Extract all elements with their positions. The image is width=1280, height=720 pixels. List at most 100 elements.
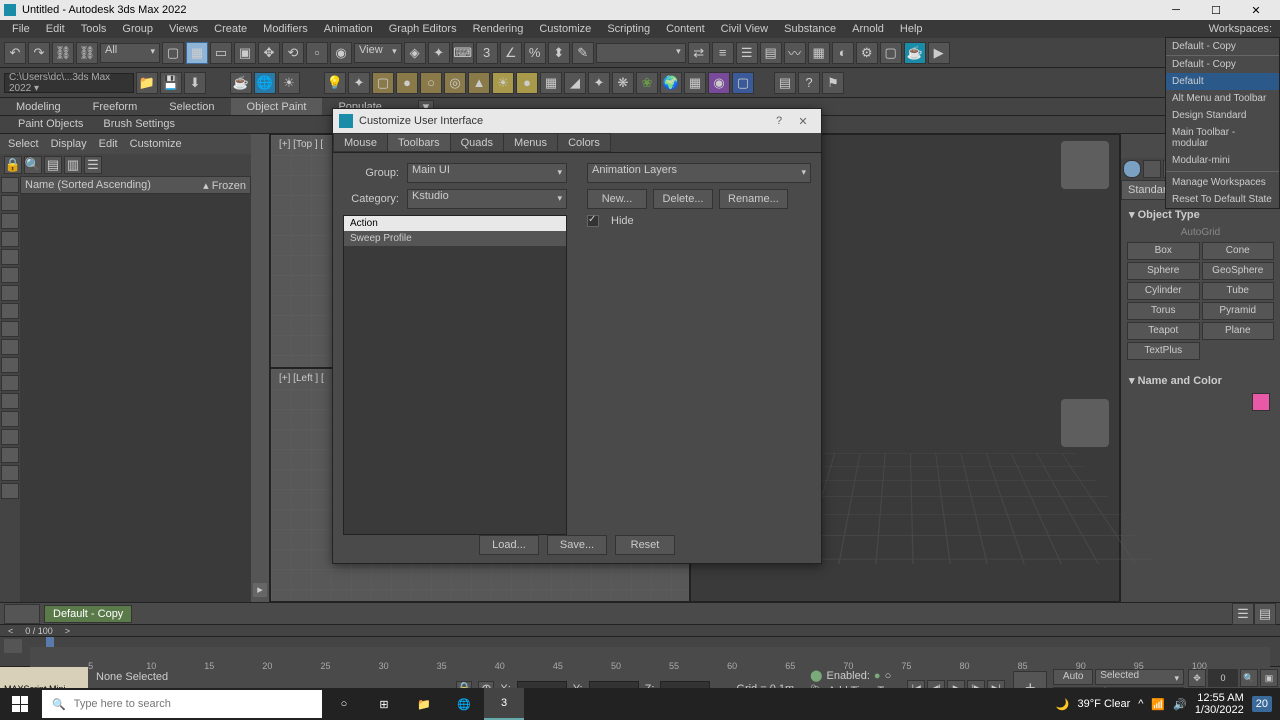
scene-list[interactable] bbox=[20, 194, 251, 602]
rtab-freeform[interactable]: Freeform bbox=[77, 98, 154, 115]
notification-icon[interactable]: 20 bbox=[1252, 696, 1272, 712]
sun2-icon[interactable]: ☀ bbox=[492, 72, 514, 94]
menu-tools[interactable]: Tools bbox=[73, 21, 115, 37]
timeline[interactable]: 5101520253035404550556065707580859095100 bbox=[0, 636, 1280, 666]
nav-zoom-button[interactable]: 🔍 bbox=[1240, 669, 1258, 687]
dialog-help-button[interactable]: ? bbox=[767, 111, 791, 131]
save-button[interactable]: 💾 bbox=[160, 72, 182, 94]
rotate-button[interactable]: ⟲ bbox=[282, 42, 304, 64]
obj-teapot[interactable]: Teapot bbox=[1127, 322, 1200, 340]
rename-button[interactable]: Rename... bbox=[719, 189, 788, 209]
color-icon[interactable]: ▦ bbox=[684, 72, 706, 94]
sic-11[interactable] bbox=[1, 357, 19, 373]
scene-tab-customize[interactable]: Customize bbox=[130, 138, 182, 150]
teapot-icon[interactable]: ☕ bbox=[230, 72, 252, 94]
minimize-button[interactable]: ─ bbox=[1156, 0, 1196, 20]
dlgtab-quads[interactable]: Quads bbox=[450, 133, 504, 152]
menu-edit[interactable]: Edit bbox=[38, 21, 73, 37]
create-tab-icon[interactable] bbox=[1123, 160, 1141, 178]
action-header[interactable]: Action bbox=[344, 216, 566, 231]
hide-checkbox[interactable] bbox=[587, 215, 599, 227]
window-crossing-button[interactable]: ▣ bbox=[234, 42, 256, 64]
sic-7[interactable] bbox=[1, 285, 19, 301]
sic-14[interactable] bbox=[1, 411, 19, 427]
sic-10[interactable] bbox=[1, 339, 19, 355]
vp-left-label[interactable]: [+] [Left ] [ bbox=[275, 371, 328, 386]
weather-text[interactable]: 39°F Clear bbox=[1078, 698, 1131, 710]
obj-geosphere[interactable]: GeoSphere bbox=[1202, 262, 1275, 280]
scale-button[interactable]: ▫ bbox=[306, 42, 328, 64]
scene-col-icon[interactable]: ▤ bbox=[44, 156, 62, 174]
dlgtab-colors[interactable]: Colors bbox=[557, 133, 611, 152]
light-icon[interactable]: 💡 bbox=[324, 72, 346, 94]
star-icon[interactable]: ✦ bbox=[588, 72, 610, 94]
selected-dropdown[interactable]: Selected bbox=[1095, 669, 1184, 685]
cyl-prim-icon[interactable]: ○ bbox=[420, 72, 442, 94]
category-dropdown[interactable]: Kstudio bbox=[407, 189, 567, 209]
obj-textplus[interactable]: TextPlus bbox=[1127, 342, 1200, 360]
sic-4[interactable] bbox=[1, 231, 19, 247]
dialog-titlebar[interactable]: Customize User Interface ? ✕ bbox=[333, 109, 821, 133]
delete-button[interactable]: Delete... bbox=[653, 189, 713, 209]
nav-pan-button[interactable]: ✥ bbox=[1188, 669, 1206, 687]
sic-8[interactable] bbox=[1, 303, 19, 319]
angle-snap-button[interactable]: ∠ bbox=[500, 42, 522, 64]
ws-item-0[interactable]: Default - Copy bbox=[1166, 56, 1279, 73]
menu-content[interactable]: Content bbox=[658, 21, 713, 37]
schematic-button[interactable]: ▦ bbox=[808, 42, 830, 64]
save-button[interactable]: Save... bbox=[547, 535, 607, 555]
move-button[interactable]: ✥ bbox=[258, 42, 280, 64]
toggle-ribbon-button[interactable]: ▤ bbox=[760, 42, 782, 64]
flag-icon[interactable]: ⚑ bbox=[822, 72, 844, 94]
sic-18[interactable] bbox=[1, 483, 19, 499]
dlgtab-toolbars[interactable]: Toolbars bbox=[387, 133, 451, 152]
sic-5[interactable] bbox=[1, 249, 19, 265]
grid-icon[interactable]: ▦ bbox=[540, 72, 562, 94]
scene-filter-icon[interactable]: ☰ bbox=[84, 156, 102, 174]
new-button[interactable]: New... bbox=[587, 189, 647, 209]
autogrid-checkbox[interactable]: AutoGrid bbox=[1125, 225, 1276, 240]
menu-create[interactable]: Create bbox=[206, 21, 255, 37]
workspace-dropdown[interactable]: Default - Copy Default - Copy Default Al… bbox=[1165, 37, 1280, 209]
sic-17[interactable] bbox=[1, 465, 19, 481]
scene-header[interactable]: Name (Sorted Ascending) ▴ Frozen bbox=[20, 176, 251, 194]
ws-item-3[interactable]: Design Standard bbox=[1166, 107, 1279, 124]
sic-1[interactable] bbox=[1, 177, 19, 193]
viewport-layout-icon[interactable] bbox=[4, 604, 40, 624]
filter-dropdown[interactable]: All bbox=[100, 43, 160, 63]
menu-animation[interactable]: Animation bbox=[316, 21, 381, 37]
action-item-sweep[interactable]: Sweep Profile bbox=[344, 231, 566, 246]
layer-icon1[interactable]: ☰ bbox=[1232, 603, 1254, 625]
earth-icon[interactable]: 🌍 bbox=[660, 72, 682, 94]
toolbar-select[interactable]: Animation Layers bbox=[587, 163, 811, 183]
slider-next[interactable]: > bbox=[61, 626, 74, 636]
sic-12[interactable] bbox=[1, 375, 19, 391]
group-dropdown[interactable]: Main UI bbox=[407, 163, 567, 183]
target-icon[interactable]: ✦ bbox=[348, 72, 370, 94]
cortana-icon[interactable]: ○ bbox=[324, 688, 364, 720]
ws-manage[interactable]: Manage Workspaces bbox=[1166, 174, 1279, 191]
explorer-icon[interactable]: 📁 bbox=[404, 688, 444, 720]
blue-icon[interactable]: ▢ bbox=[732, 72, 754, 94]
maximize-button[interactable]: ☐ bbox=[1196, 0, 1236, 20]
select-region-button[interactable]: ▭ bbox=[210, 42, 232, 64]
layers-button[interactable]: ☰ bbox=[736, 42, 758, 64]
menu-rendering[interactable]: Rendering bbox=[465, 21, 532, 37]
edit-selection-button[interactable]: ✎ bbox=[572, 42, 594, 64]
curve-editor-button[interactable]: 〰 bbox=[784, 42, 806, 64]
named-selection[interactable] bbox=[596, 43, 686, 63]
keyboard-button[interactable]: ⌨ bbox=[452, 42, 474, 64]
link-button[interactable]: ⛓ bbox=[52, 42, 74, 64]
menu-views[interactable]: Views bbox=[161, 21, 206, 37]
action-list[interactable]: Action Sweep Profile bbox=[343, 215, 567, 535]
select-button[interactable]: ▢ bbox=[162, 42, 184, 64]
align-button[interactable]: ≡ bbox=[712, 42, 734, 64]
timeline-config-icon[interactable] bbox=[4, 639, 22, 653]
mirror-button[interactable]: ⇄ bbox=[688, 42, 710, 64]
torus-prim-icon[interactable]: ◎ bbox=[444, 72, 466, 94]
obj-cone[interactable]: Cone bbox=[1202, 242, 1275, 260]
sic-15[interactable] bbox=[1, 429, 19, 445]
ws-item-5[interactable]: Modular-mini bbox=[1166, 152, 1279, 169]
dlgtab-mouse[interactable]: Mouse bbox=[333, 133, 388, 152]
clock-date[interactable]: 1/30/2022 bbox=[1195, 704, 1244, 716]
